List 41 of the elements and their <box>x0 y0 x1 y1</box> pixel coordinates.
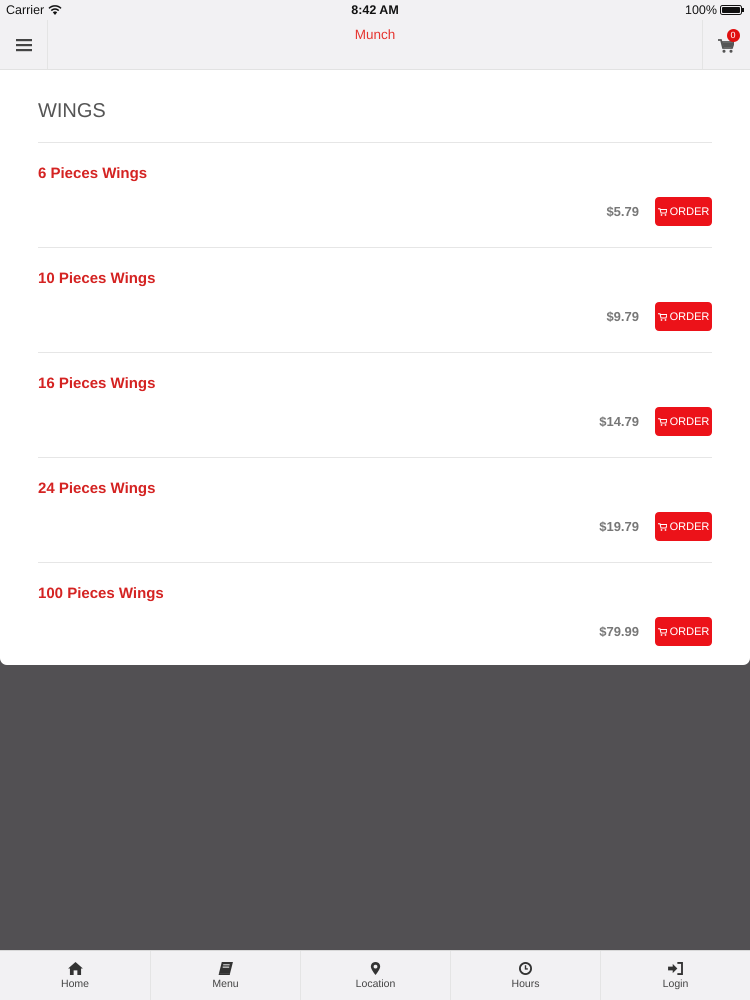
cart-icon <box>718 38 734 52</box>
item-name: 6 Pieces Wings <box>38 164 148 184</box>
tab-bar-item[interactable]: Hours <box>450 951 600 1000</box>
cart-icon <box>658 418 667 426</box>
item-name: 10 Pieces Wings <box>38 269 156 289</box>
book-icon <box>218 962 233 974</box>
clock-icon <box>518 962 533 974</box>
order-button[interactable]: ORDER <box>655 407 712 436</box>
carrier-label: Carrier <box>6 3 44 17</box>
order-button[interactable]: ORDER <box>655 512 712 541</box>
item-price: $19.79 <box>599 519 639 534</box>
battery-percent: 100% <box>685 3 717 17</box>
item-price: $9.79 <box>606 309 639 324</box>
tab-bar-item[interactable]: Location <box>300 951 450 1000</box>
sign-in-icon <box>668 962 683 974</box>
order-button[interactable]: ORDER <box>655 617 712 646</box>
cart-icon <box>658 208 667 216</box>
tab-bar-item[interactable]: Login <box>600 951 750 1000</box>
cart-icon <box>658 522 667 530</box>
item-price: $5.79 <box>606 204 639 219</box>
item-name: 24 Pieces Wings <box>38 479 156 499</box>
map-pin-icon <box>368 962 383 974</box>
item-name: 100 Pieces Wings <box>38 584 165 604</box>
item-price: $79.99 <box>599 624 639 639</box>
section-title: WINGS <box>38 70 712 143</box>
cart-icon <box>658 628 667 636</box>
tab-bar-item[interactable]: Home <box>0 951 150 1000</box>
item-price: $14.79 <box>599 414 639 429</box>
item-name: 16 Pieces Wings <box>38 374 156 394</box>
cart-icon <box>658 312 667 320</box>
menu-icon <box>16 38 32 52</box>
order-button[interactable]: ORDER <box>655 302 712 331</box>
status-time: 8:42 AM <box>351 3 399 17</box>
home-icon <box>68 962 82 974</box>
tab-bar-item[interactable]: Menu <box>150 951 300 1000</box>
order-button[interactable]: ORDER <box>655 197 712 226</box>
cart-button[interactable]: 0 <box>702 20 750 69</box>
app-title: Munch <box>354 26 396 44</box>
battery-icon <box>720 5 744 15</box>
cart-count-badge: 0 <box>726 28 740 42</box>
wifi-icon <box>48 5 62 15</box>
